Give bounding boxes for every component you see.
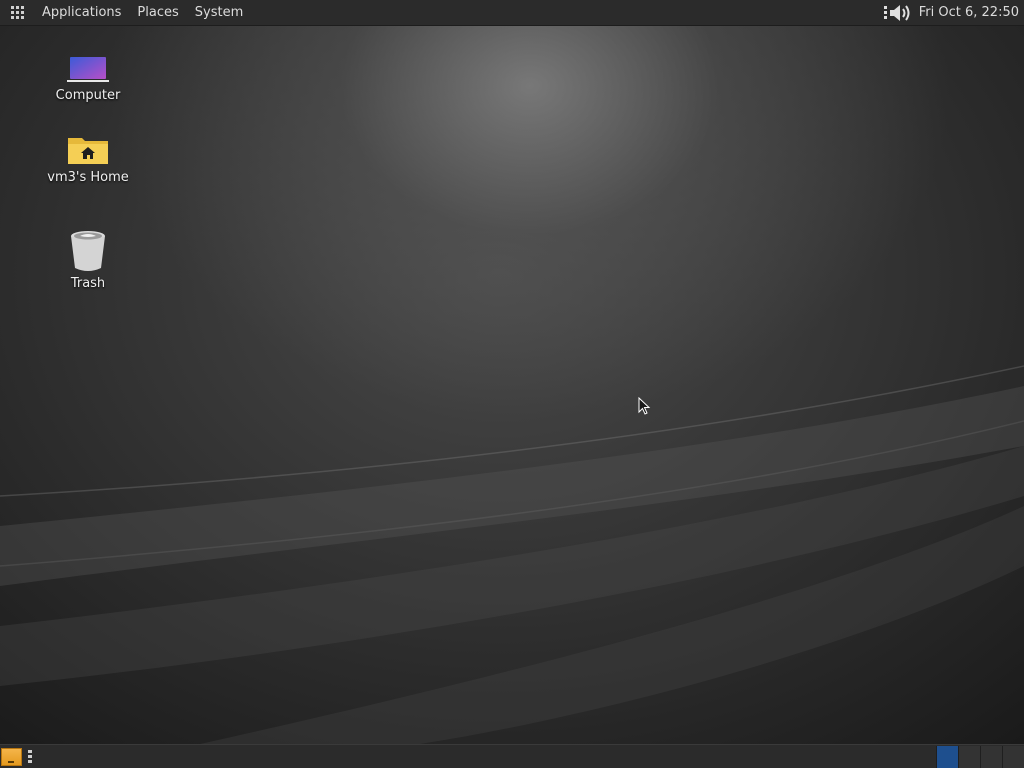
desktop-icon-label: Computer [55, 88, 121, 103]
workspace-switcher [936, 746, 1024, 768]
workspace-2[interactable] [958, 746, 980, 768]
bottom-panel [0, 744, 1024, 768]
volume-icon[interactable] [883, 2, 913, 24]
applications-menu[interactable]: Applications [34, 0, 129, 25]
desktop[interactable]: Computer vm3's Home Trash [0, 26, 1024, 744]
wallpaper-swoosh [0, 365, 1024, 744]
panel-menus: Applications Places System [0, 0, 251, 25]
desktop-icon-label: vm3's Home [47, 170, 129, 185]
workspace-1[interactable] [936, 746, 958, 768]
computer-icon [67, 57, 109, 82]
desktop-icon-label: Trash [70, 276, 106, 291]
trash-icon [71, 231, 105, 271]
app-grid-icon[interactable] [11, 5, 25, 20]
mouse-cursor-icon [638, 397, 651, 415]
home-folder-icon [68, 138, 108, 164]
places-menu[interactable]: Places [129, 0, 186, 25]
system-menu[interactable]: System [187, 0, 251, 25]
panel-handle-icon[interactable] [28, 750, 32, 764]
workspace-3[interactable] [980, 746, 1002, 768]
top-panel: Applications Places System Fri Oct 6, 22… [0, 0, 1024, 26]
panel-tray: Fri Oct 6, 22:50 [883, 0, 1019, 25]
desktop-icon-computer[interactable]: Computer [38, 54, 138, 103]
desktop-icon-home[interactable]: vm3's Home [38, 134, 138, 185]
show-desktop-button[interactable] [1, 748, 22, 766]
desktop-icon-trash[interactable]: Trash [38, 230, 138, 291]
clock[interactable]: Fri Oct 6, 22:50 [919, 0, 1019, 25]
screen: Applications Places System Fri Oct 6, 22… [0, 0, 1024, 768]
workspace-4[interactable] [1002, 746, 1024, 768]
